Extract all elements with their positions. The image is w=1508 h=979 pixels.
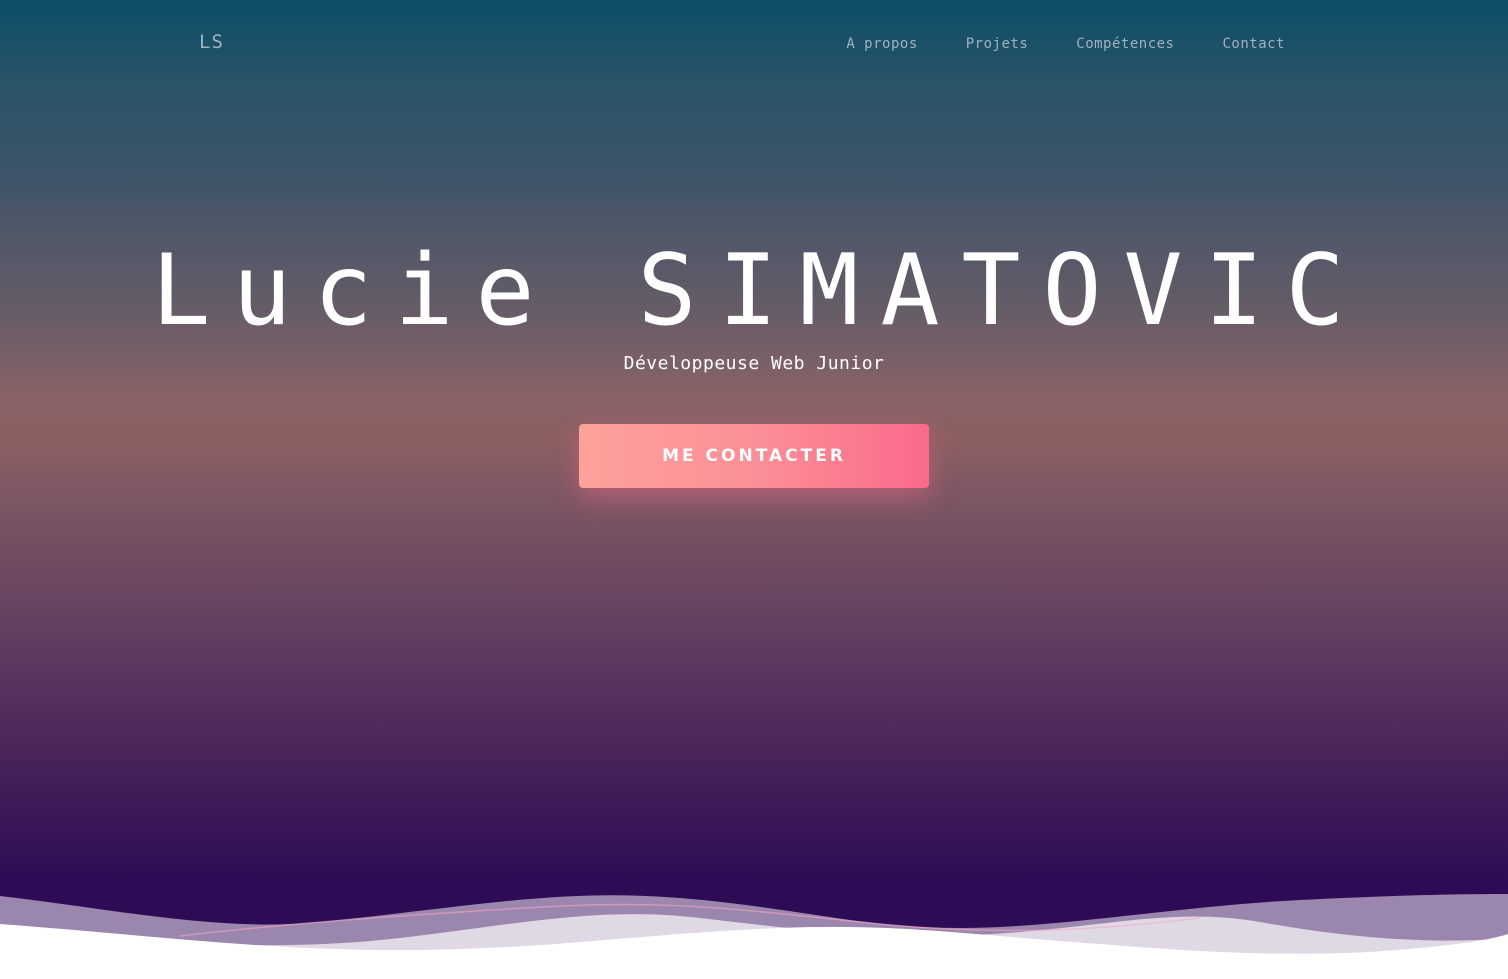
main-nav: A propos Projets Compétences Contact (798, 36, 1285, 52)
decorative-waves (0, 894, 1508, 979)
top-navigation-bar: LS A propos Projets Compétences Contact (0, 0, 1508, 90)
nav-link-a-propos[interactable]: A propos (846, 36, 917, 52)
hero-subtitle: Développeuse Web Junior (623, 353, 885, 374)
nav-link-contact[interactable]: Contact (1222, 36, 1285, 52)
nav-link-competences[interactable]: Compétences (1076, 36, 1174, 52)
nav-link-projets[interactable]: Projets (966, 36, 1029, 52)
site-logo[interactable]: LS (199, 31, 224, 53)
contact-me-button[interactable]: ME CONTACTER (579, 424, 929, 488)
hero-title: Lucie SIMATOVIC (151, 234, 1367, 348)
